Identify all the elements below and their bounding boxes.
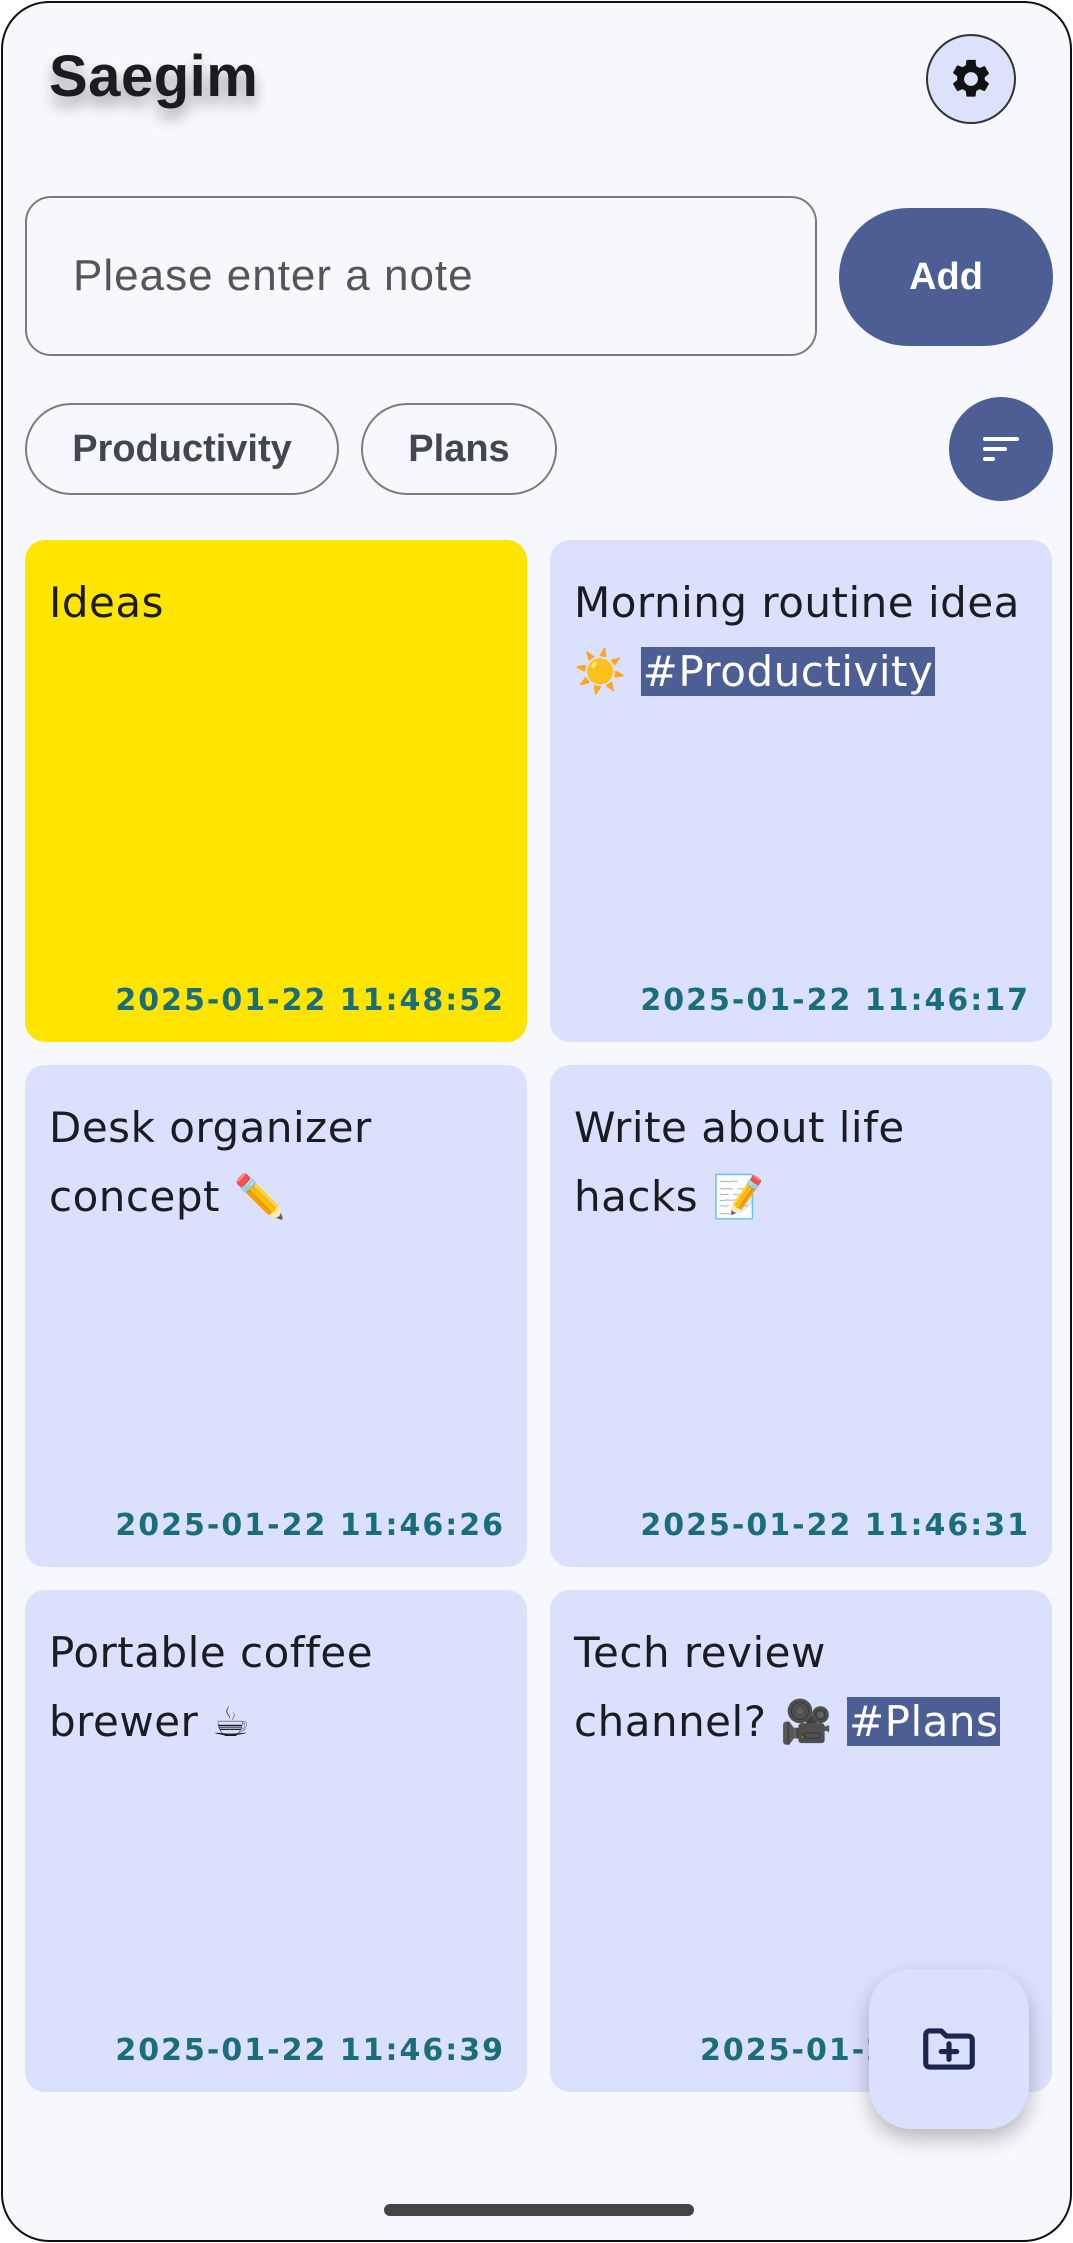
note-card[interactable]: Morning routine idea ☀️ #Productivity 20… (550, 540, 1052, 1042)
note-date: 2025-01-22 11:48:52 (115, 983, 505, 1018)
note-text: Portable coffee brewer ☕ (49, 1628, 374, 1746)
settings-button[interactable] (926, 34, 1016, 124)
hashtag: #Plans (846, 1697, 1001, 1746)
note-card[interactable]: Write about life hacks 📝 2025-01-22 11:4… (550, 1065, 1052, 1567)
sort-button[interactable] (949, 397, 1053, 501)
folder-add-icon (923, 2028, 975, 2070)
app-title: Saegim (49, 44, 259, 109)
sort-icon (983, 437, 1019, 461)
note-date: 2025-01-22 11:46:17 (640, 983, 1030, 1018)
note-date: 2025-01-22 11:46:26 (115, 1508, 505, 1543)
note-date: 2025-01-22 11:46:39 (115, 2033, 505, 2068)
add-button[interactable]: Add (839, 208, 1053, 346)
note-text: Tech review channel? 🎥 #Plans (574, 1628, 1001, 1746)
note-text: Ideas (49, 578, 165, 627)
note-card[interactable]: Portable coffee brewer ☕ 2025-01-22 11:4… (25, 1590, 527, 2092)
add-folder-button[interactable] (869, 1969, 1029, 2129)
home-indicator[interactable] (384, 2204, 694, 2216)
note-card[interactable]: Desk organizer concept ✏️ 2025-01-22 11:… (25, 1065, 527, 1567)
note-card[interactable]: Ideas 2025-01-22 11:48:52 (25, 540, 527, 1042)
note-date: 2025-01-22 11:46:31 (640, 1508, 1030, 1543)
tag-chip-productivity[interactable]: Productivity (25, 403, 339, 495)
note-input[interactable] (25, 196, 817, 356)
hashtag: #Productivity (640, 647, 936, 696)
app-screen: Saegim Add Productivity Plans Ideas 2025… (1, 1, 1072, 2242)
tag-chip-plans[interactable]: Plans (361, 403, 557, 495)
note-text: Desk organizer concept ✏️ (49, 1103, 372, 1221)
note-text: Write about life hacks 📝 (574, 1103, 905, 1221)
gear-icon (953, 59, 989, 97)
note-text: Morning routine idea ☀️ #Productivity (574, 578, 1020, 696)
